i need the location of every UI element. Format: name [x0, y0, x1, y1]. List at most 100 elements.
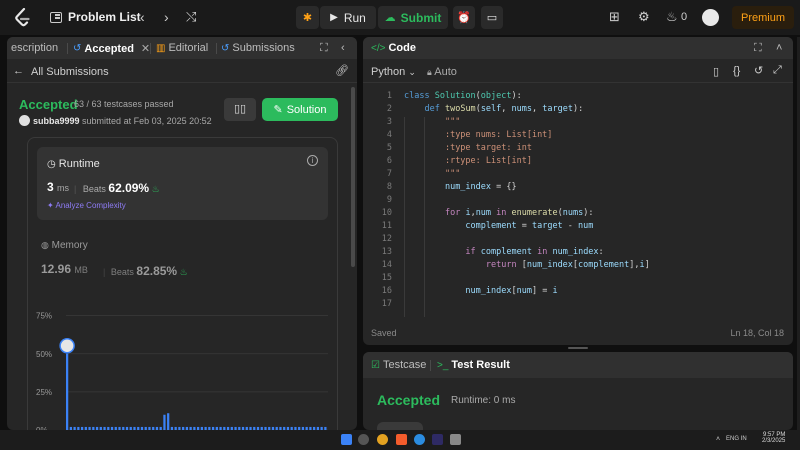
code-editor[interactable]: class Solution(object): def twoSum(self,… — [363, 87, 793, 317]
case-tab[interactable] — [377, 422, 423, 430]
user-avatar[interactable] — [702, 9, 719, 26]
submission-meta: subba9999 submitted at Feb 03, 2025 20:5… — [33, 116, 212, 126]
info-icon[interactable]: i — [307, 155, 318, 166]
submitted-time: submitted at Feb 03, 2025 20:52 — [82, 116, 212, 126]
panel-resize-handle[interactable] — [568, 347, 588, 349]
submission-header: ← All Submissions 🔗︎ — [7, 59, 357, 83]
code-line-13: if complement in num_index: — [465, 247, 604, 257]
tab-test-result[interactable]: >_ Test Result — [437, 359, 510, 371]
language-indicator[interactable]: ENG IN — [726, 436, 747, 442]
close-tab-icon[interactable]: ✕ — [141, 42, 150, 55]
runtime-unit: ms — [57, 183, 70, 193]
fullscreen-icon[interactable]: ⤢ — [773, 64, 782, 77]
reset-icon[interactable]: ↺ — [754, 64, 763, 77]
tab-divider — [150, 43, 151, 54]
analyze-complexity-link[interactable]: ✦ Analyze Complexity — [47, 201, 126, 210]
tab-divider — [216, 43, 217, 54]
premiere-icon[interactable] — [432, 434, 443, 445]
timer-button[interactable]: ⏰ — [453, 6, 475, 29]
collapse-icon[interactable]: ˄ — [776, 42, 782, 54]
tab-accepted[interactable]: ↺ Accepted ✕ — [73, 42, 150, 56]
testcases-passed: 63 / 63 testcases passed — [74, 99, 174, 109]
your-submission-marker[interactable] — [59, 338, 75, 354]
language-select[interactable]: Python ⌄ — [371, 66, 416, 78]
bug-icon: ✱ — [302, 12, 313, 24]
streak-count: 0 — [681, 11, 688, 23]
windows-start-icon[interactable] — [341, 434, 352, 445]
leetcode-logo-icon[interactable] — [14, 8, 32, 28]
solution-label: Solution — [286, 103, 327, 116]
code-tab-bar: </> Code ⛶ ˄ — [363, 37, 793, 59]
panel-scrollbar[interactable] — [351, 87, 355, 267]
clap-icon: ♨ — [179, 267, 188, 277]
next-problem-icon[interactable]: › — [164, 9, 169, 25]
memory-heading[interactable]: ◍ Memory — [41, 240, 88, 251]
all-submissions-link[interactable]: All Submissions — [31, 66, 109, 78]
solution-button[interactable]: ✎ Solution — [262, 98, 338, 121]
editor-status-bar: Saved Ln 18, Col 18 — [363, 322, 793, 345]
problem-list-icon[interactable] — [50, 12, 62, 23]
tab-testcase-label: Testcase — [382, 359, 427, 371]
prev-problem-icon[interactable]: ‹ — [140, 9, 145, 25]
streak-flame-icon[interactable]: ♨ — [666, 9, 678, 25]
maximize-icon[interactable]: ⛶ — [754, 42, 762, 55]
history-icon: ↺ — [73, 43, 82, 54]
collapse-icon[interactable]: ‹ — [341, 42, 345, 54]
distribution-bar[interactable] — [163, 414, 166, 430]
debug-button[interactable]: ✱ — [296, 6, 319, 29]
checkbox-icon: ☑ — [371, 359, 380, 371]
clock[interactable]: 9:57 PM 2/3/2025 — [762, 432, 785, 444]
run-button[interactable]: ▶ Run — [320, 6, 376, 29]
bookmark-icon[interactable]: ▯ — [713, 65, 719, 78]
auto-mode-toggle[interactable]: 🔒︎ Auto — [427, 66, 457, 78]
memory-beats-pct: 82.85% — [136, 264, 178, 278]
layout-grid-icon[interactable]: ⊞ — [609, 9, 620, 25]
maximize-icon[interactable]: ⛶ — [320, 42, 328, 55]
tab-divider — [67, 43, 68, 54]
distribution-bar[interactable] — [167, 413, 170, 430]
indent-guide — [404, 117, 405, 317]
link-icon[interactable]: 🔗︎ — [335, 64, 349, 77]
brave-icon[interactable] — [396, 434, 407, 445]
shuffle-icon[interactable]: ⤭ — [186, 9, 196, 25]
edge-icon[interactable] — [414, 434, 425, 445]
submitter-avatar — [19, 115, 30, 126]
runtime-box[interactable]: ◷ Runtime i 3 ms | Beats 62.09% ♨ ✦ Anal… — [37, 147, 328, 220]
tab-code[interactable]: </> Code — [371, 42, 416, 54]
notes-button[interactable]: ▭ — [481, 6, 503, 29]
test-runtime: Runtime: 0 ms — [451, 395, 516, 406]
tab-description[interactable]: escription — [11, 42, 58, 54]
distribution-bar[interactable] — [66, 353, 69, 430]
submitter-username[interactable]: subba9999 — [33, 116, 80, 126]
code-line-8: num_index = {} — [444, 182, 517, 192]
search-icon[interactable] — [358, 434, 369, 445]
stats-card: ◷ Runtime i 3 ms | Beats 62.09% ♨ ✦ Anal… — [27, 137, 338, 430]
runtime-distribution-chart[interactable]: 75%50%25%0% — [28, 298, 339, 430]
chrome-icon[interactable] — [377, 434, 388, 445]
premium-button[interactable]: Premium — [732, 6, 794, 29]
app-icon[interactable] — [450, 434, 461, 445]
note-icon: ▭ — [486, 12, 498, 24]
tab-editorial[interactable]: ▥ Editorial — [156, 42, 208, 54]
code-line-7: """ — [444, 169, 461, 179]
alarm-clock-icon: ⏰ — [457, 12, 471, 24]
submit-button[interactable]: ☁ Submit — [378, 6, 448, 29]
edit-pencil-icon: ✎ — [273, 104, 283, 116]
memory-beats: | Beats 82.85% ♨ — [103, 264, 188, 278]
tab-testcase[interactable]: ☑ Testcase — [371, 359, 426, 371]
tray-chevron-icon[interactable]: ˄ — [716, 436, 720, 443]
save-status: Saved — [371, 328, 397, 338]
play-icon: ▶ — [330, 12, 338, 23]
format-braces-icon[interactable]: {} — [733, 65, 740, 77]
back-arrow-icon[interactable]: ← — [13, 65, 24, 77]
tab-editorial-label: Editorial — [168, 42, 209, 54]
tab-submissions[interactable]: ↺ Submissions — [221, 42, 295, 54]
memory-beats-label: Beats — [110, 267, 134, 277]
code-toolbar: Python ⌄ 🔒︎ Auto ▯ {} ↺ ⤢ — [363, 59, 793, 83]
code-line-4: :type nums: List[int] — [444, 130, 553, 140]
code-line-2: def twoSum(self, nums, target): — [424, 104, 584, 114]
editorial-button[interactable]: ▯▯ — [224, 98, 256, 121]
problem-list-link[interactable]: Problem List — [68, 10, 141, 24]
settings-gear-icon[interactable]: ⚙ — [638, 9, 650, 25]
cloud-upload-icon: ☁ — [384, 12, 396, 24]
